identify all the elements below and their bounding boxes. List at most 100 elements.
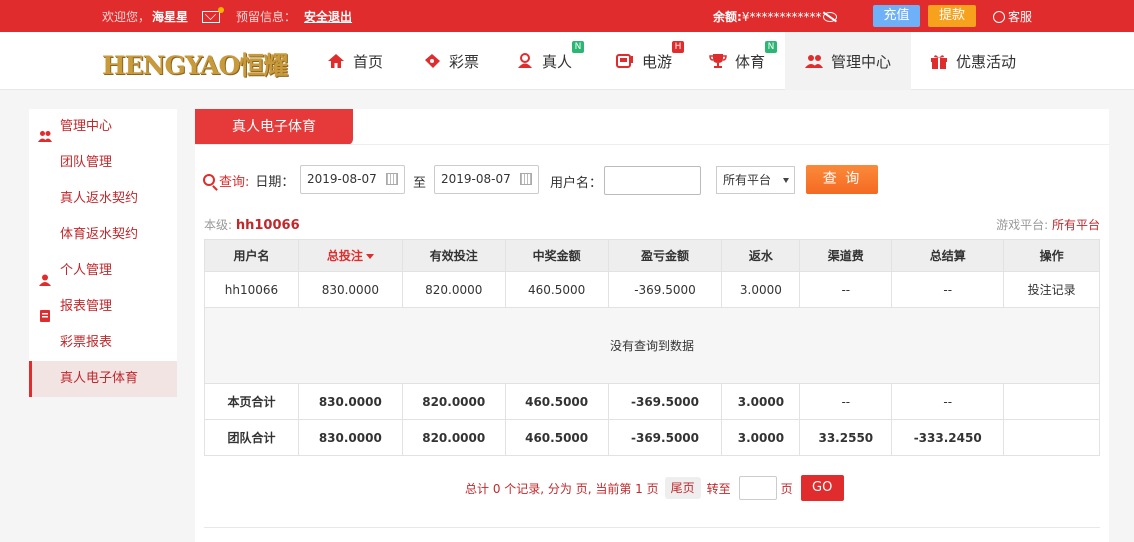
- platform-select[interactable]: 所有平台: [716, 166, 795, 194]
- nav-lottery-label: 彩票: [449, 52, 480, 71]
- date-from-input[interactable]: 2019-08-07: [300, 165, 405, 194]
- col-valid-bet: 有效投注: [401, 239, 506, 272]
- report-icon: [38, 301, 52, 322]
- team-total-row: 团队合计 830.0000 820.0000 460.5000 -369.500…: [204, 419, 1100, 456]
- unread-dot: [218, 6, 225, 13]
- nav-promotions[interactable]: 优惠活动: [930, 32, 1030, 90]
- cell-profit: -369.5000: [607, 271, 723, 308]
- empty-row: 没有查询到数据: [204, 307, 1100, 384]
- cell-label: 本页合计: [204, 383, 299, 420]
- content-panel: 真人电子体育 查询: 日期： 2019-08-07 至 2019-08-07 用…: [195, 109, 1109, 542]
- cell-username: hh10066: [204, 271, 299, 308]
- nav-slots[interactable]: 电游 H: [616, 32, 685, 90]
- nav-slots-label-wrap: 电游 H: [642, 40, 685, 72]
- tab-live-sports[interactable]: 真人电子体育: [195, 109, 353, 145]
- cell-actions: [1003, 419, 1100, 456]
- main-nav: HENGYAO恒耀 首页 彩票 真人 N 电游 H 体育 N 管理中心 优惠活动: [0, 32, 1134, 90]
- new-badge: N: [765, 40, 778, 53]
- calendar-icon: [520, 173, 532, 185]
- nav-lottery[interactable]: 彩票: [423, 32, 483, 90]
- eye-icon[interactable]: [823, 11, 838, 22]
- table-row: hh10066 830.0000 820.0000 460.5000 -369.…: [204, 271, 1100, 308]
- sidebar-item-team[interactable]: 团队管理: [29, 145, 177, 181]
- balance-value: ¥************: [741, 9, 822, 24]
- last-page-button[interactable]: 尾页: [664, 477, 701, 499]
- cell-rebate: 3.0000: [721, 383, 801, 420]
- platform-select-value: 所有平台: [723, 173, 772, 187]
- pagination: 总计 0 个记录, 分为 页, 当前第 1 页 尾页 转至 页 GO: [465, 475, 844, 501]
- withdraw-button[interactable]: 提款: [928, 5, 976, 27]
- sidebar-item-label: 体育返水契约: [60, 227, 139, 242]
- platform-label: 游戏平台:: [996, 218, 1049, 232]
- sidebar-item-label: 彩票报表: [60, 335, 113, 350]
- deposit-button[interactable]: 充值: [873, 5, 920, 27]
- cell-valid-bet: 820.0000: [401, 419, 506, 456]
- sidebar-item-label: 管理中心: [60, 119, 113, 134]
- level-label: 本级:: [204, 218, 233, 232]
- cell-settlement: --: [891, 271, 1005, 308]
- page-unit-label: 页: [780, 481, 793, 496]
- sidebar-item-lottery-report[interactable]: 彩票报表: [29, 325, 177, 361]
- nav-live[interactable]: 真人 N: [516, 32, 585, 90]
- bet-records-link[interactable]: 投注记录: [1003, 271, 1100, 308]
- date-to-input[interactable]: 2019-08-07: [434, 165, 539, 194]
- headset-icon: [993, 10, 1005, 23]
- logout-link[interactable]: 安全退出: [304, 8, 352, 25]
- sidebar-item-personal[interactable]: 个人管理: [29, 253, 177, 289]
- date-label: 日期：: [255, 174, 295, 190]
- username-label: 用户名：: [550, 176, 603, 191]
- go-button[interactable]: GO: [800, 475, 844, 501]
- tab-divider: [195, 144, 1109, 145]
- sidebar-item-label: 个人管理: [60, 263, 113, 278]
- home-icon: [327, 53, 345, 69]
- nav-promotions-label: 优惠活动: [956, 52, 1017, 71]
- game-platform: 游戏平台: 所有平台: [996, 216, 1100, 233]
- nav-sports[interactable]: 体育 N: [709, 32, 778, 90]
- chevron-down-icon: [783, 178, 789, 183]
- cell-rebate: 3.0000: [721, 419, 801, 456]
- cell-rebate: 3.0000: [721, 271, 801, 308]
- col-total-bet[interactable]: 总投注: [297, 239, 403, 272]
- top-bar: 欢迎您， 海星星 预留信息： 安全退出 余额: ¥************ 充值…: [0, 0, 1134, 32]
- sidebar-item-management[interactable]: 管理中心: [29, 109, 177, 145]
- col-username: 用户名: [204, 239, 299, 272]
- nav-home[interactable]: 首页: [327, 32, 387, 90]
- nav-management[interactable]: 管理中心: [785, 32, 911, 90]
- cell-profit: -369.5000: [607, 419, 723, 456]
- col-profit: 盈亏金额: [607, 239, 723, 272]
- nav-slots-label: 电游: [642, 52, 673, 71]
- sidebar-item-label: 真人返水契约: [60, 191, 139, 206]
- hot-badge: H: [672, 40, 685, 53]
- platform-value: 所有平台: [1051, 218, 1100, 232]
- sidebar-item-live-sports[interactable]: 真人电子体育: [29, 361, 177, 397]
- balance: 余额: ¥************: [713, 8, 838, 25]
- date-from-value: 2019-08-07: [307, 172, 377, 186]
- sidebar-item-reports[interactable]: 报表管理: [29, 289, 177, 325]
- sort-desc-icon: [365, 254, 374, 259]
- logo[interactable]: HENGYAO恒耀: [102, 44, 290, 80]
- query-bar: 查询: 日期：: [203, 165, 294, 195]
- report-table: 用户名 总投注 有效投注 中奖金额 盈亏金额 返水 渠道费 总结算 操作 hh1…: [204, 239, 1100, 456]
- mail-icon[interactable]: [202, 6, 225, 23]
- date-to-value: 2019-08-07: [441, 172, 511, 186]
- pager-summary: 总计 0 个记录, 分为 页, 当前第 1 页: [465, 481, 659, 496]
- table-header: 用户名 总投注 有效投注 中奖金额 盈亏金额 返水 渠道费 总结算 操作: [204, 239, 1100, 272]
- customer-service-link[interactable]: 客服: [993, 8, 1032, 25]
- search-button[interactable]: 查 询: [806, 165, 878, 194]
- sidebar-item-label: 团队管理: [60, 155, 113, 170]
- search-icon: [203, 174, 215, 186]
- users-icon: [38, 121, 52, 142]
- sidebar-item-sports-rebate[interactable]: 体育返水契约: [29, 217, 177, 253]
- gift-icon: [930, 53, 948, 69]
- new-badge: N: [572, 40, 585, 53]
- goto-page-input[interactable]: [738, 476, 777, 500]
- divider: [204, 527, 1100, 528]
- col-rebate: 返水: [721, 239, 801, 272]
- cell-valid-bet: 820.0000: [401, 383, 506, 420]
- sidebar-item-live-rebate[interactable]: 真人返水契约: [29, 181, 177, 217]
- cell-profit: -369.5000: [607, 383, 723, 420]
- username-input[interactable]: [604, 166, 701, 195]
- page-total-row: 本页合计 830.0000 820.0000 460.5000 -369.500…: [204, 383, 1100, 420]
- level-user[interactable]: hh10066: [236, 218, 300, 233]
- query-label: 查询:: [219, 174, 250, 190]
